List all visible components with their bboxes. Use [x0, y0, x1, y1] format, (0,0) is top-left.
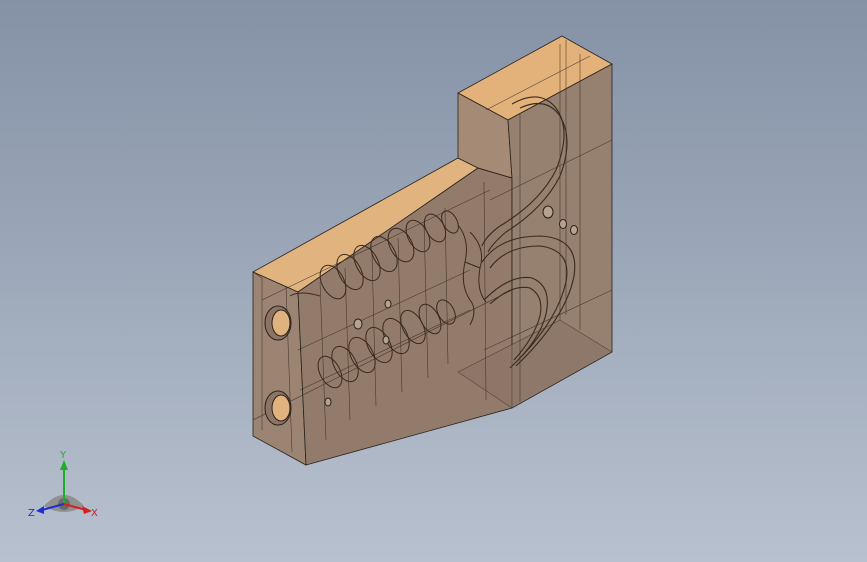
z-axis-arrow [36, 506, 44, 514]
y-axis-arrow [60, 460, 68, 470]
z-axis-label: Z [28, 508, 35, 519]
mold-part-model[interactable] [0, 0, 867, 562]
y-axis-label: Y [59, 450, 67, 461]
view-orientation-triad[interactable]: Y X Z [22, 448, 106, 524]
x-axis-label: X [91, 508, 98, 519]
graphics-viewport[interactable]: Y X Z [0, 0, 867, 562]
